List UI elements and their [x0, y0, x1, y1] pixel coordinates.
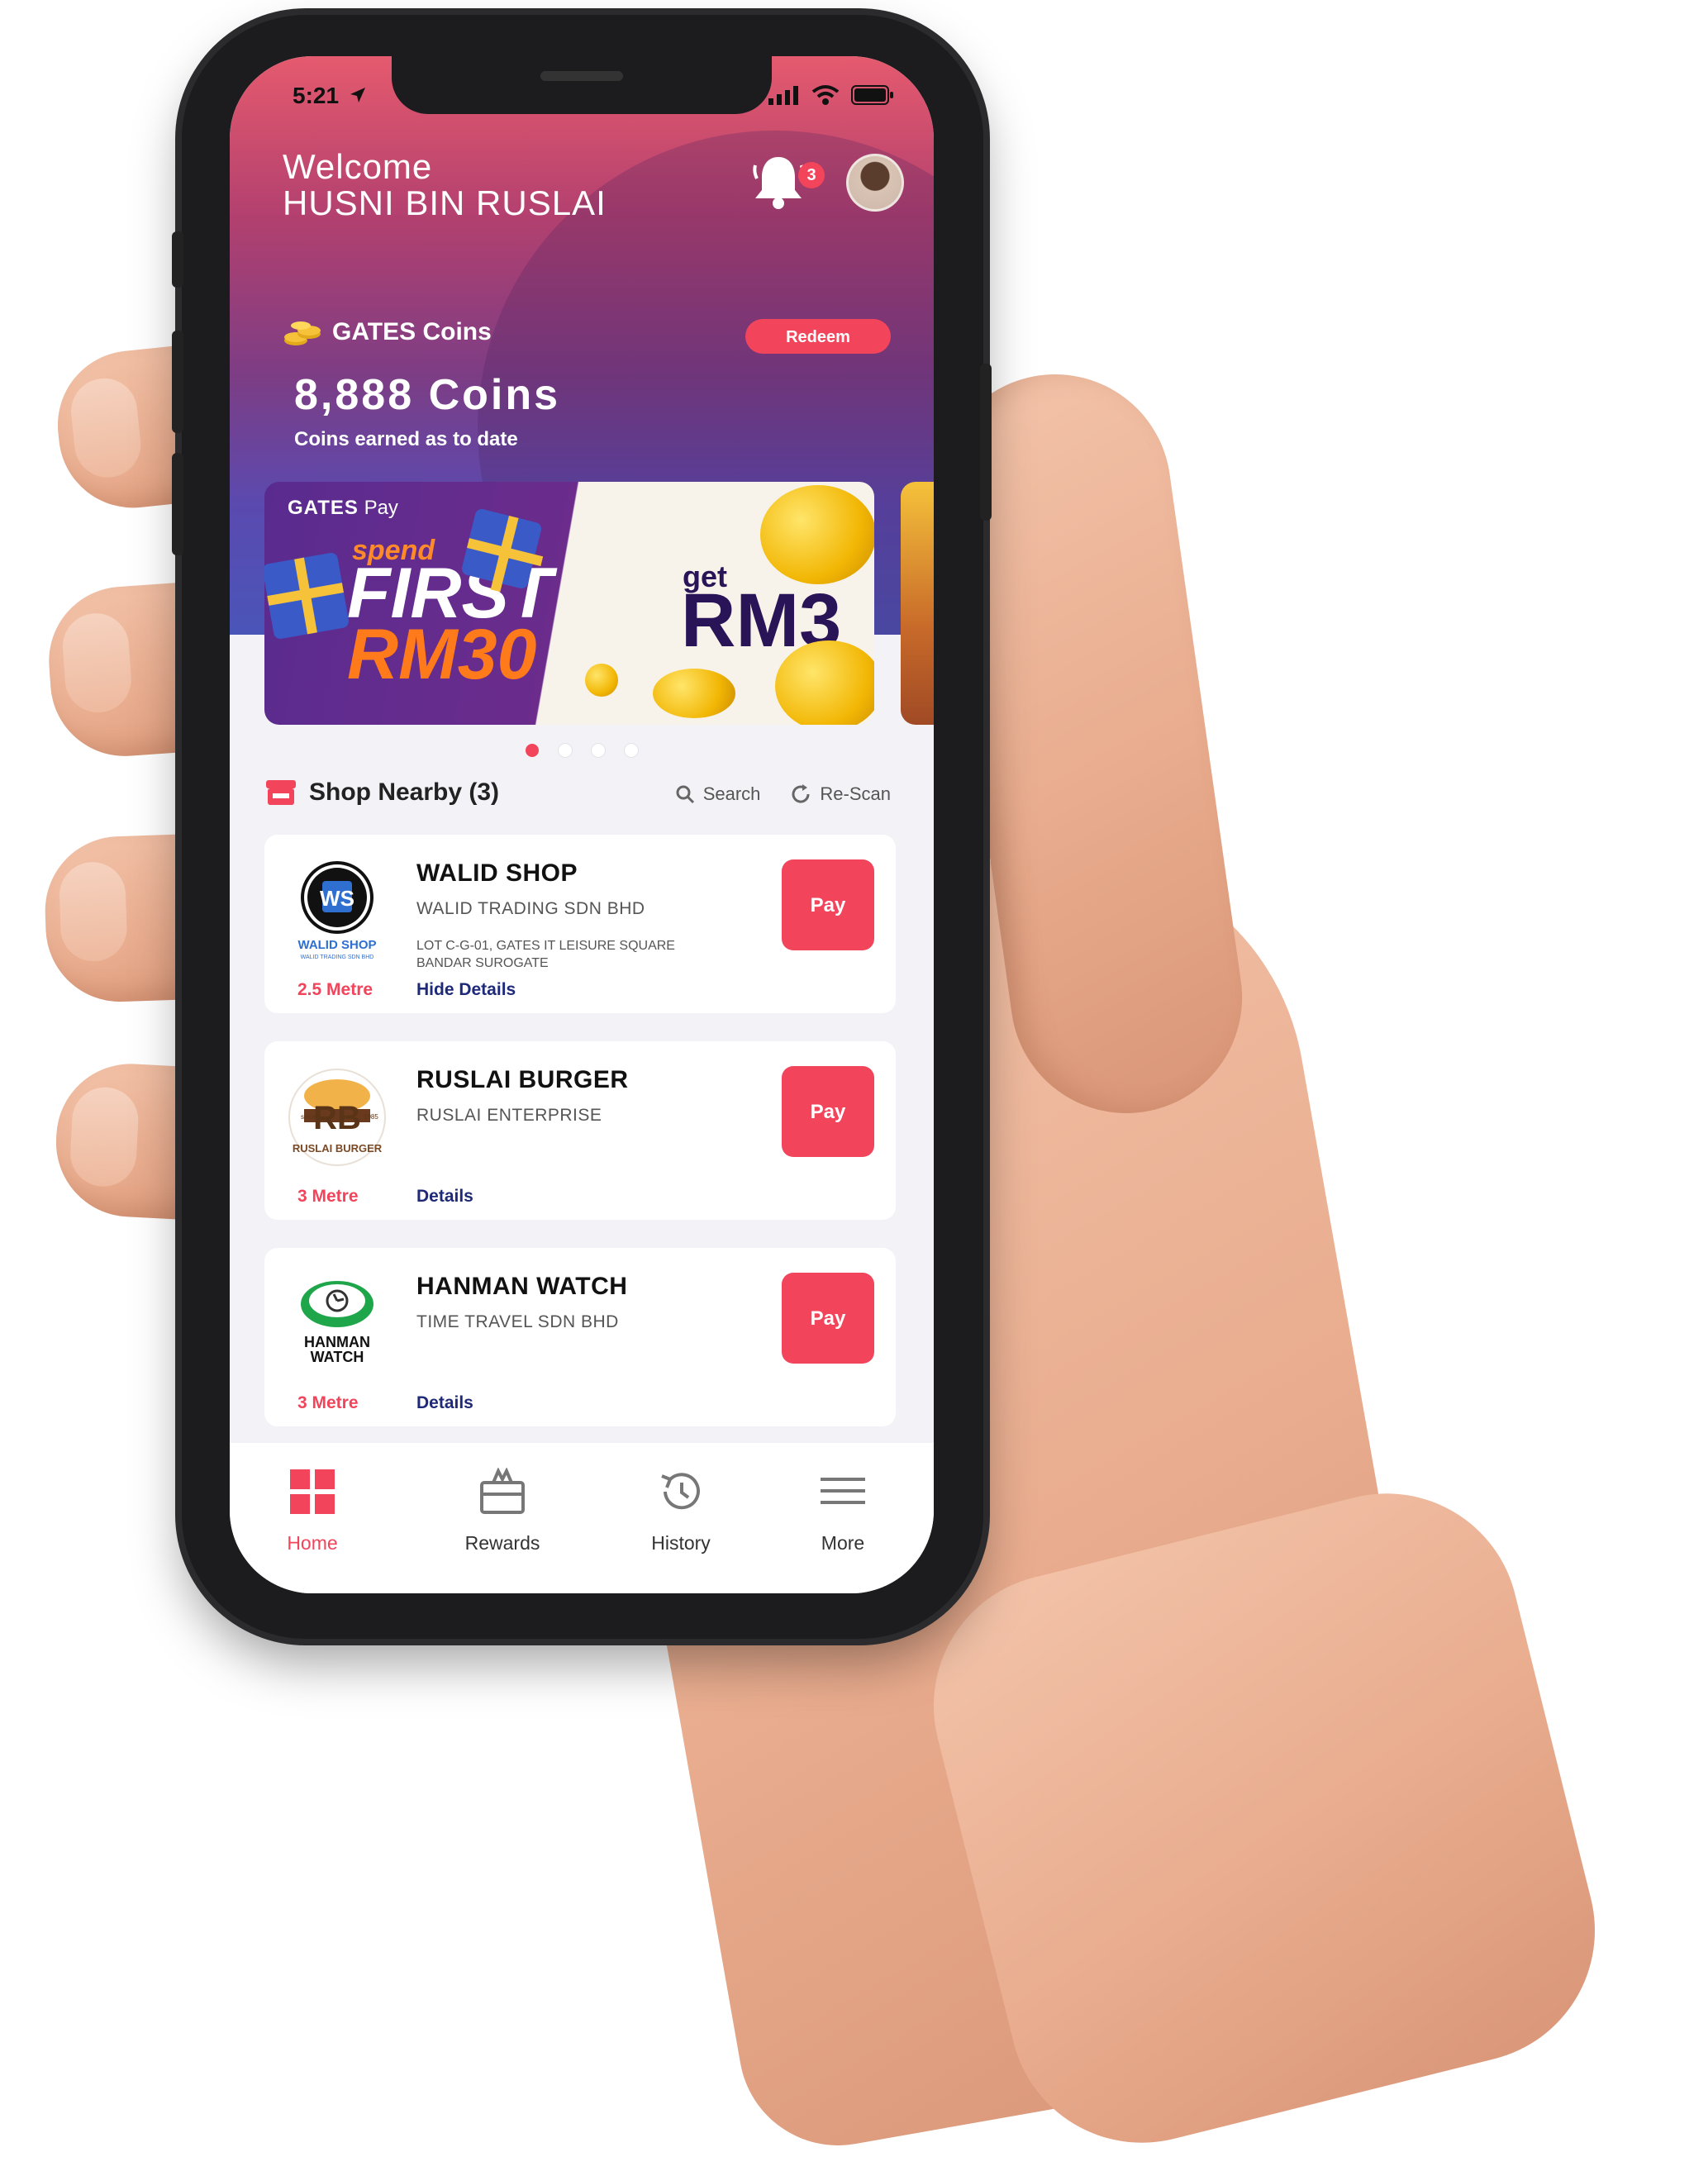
- walid-logo-caption: WALID SHOP: [297, 938, 376, 952]
- gift-box-icon: [480, 1467, 525, 1514]
- status-time: 5:21: [293, 83, 340, 108]
- shop-company: TIME TRAVEL SDN BHD: [416, 1312, 619, 1331]
- battery-icon: [851, 85, 893, 105]
- banner-brand: GATES Pay: [288, 497, 398, 520]
- promo-banner-next-peek[interactable]: [901, 482, 934, 725]
- app-screen: 5:21 Welcome HUSNI BIN RUSLAI 3 GATES Co…: [230, 56, 934, 1593]
- details-link[interactable]: Details: [416, 1393, 473, 1413]
- shop-card[interactable]: HANMAN WATCH 3 Metre HANMAN WATCH TIME T…: [264, 1248, 896, 1426]
- location-arrow-icon: [350, 88, 365, 102]
- phone-volume-down: [172, 453, 183, 555]
- coins-stack-icon: [284, 321, 321, 345]
- shop-distance: 3 Metre: [297, 1187, 359, 1206]
- carousel-dot-active[interactable]: [526, 744, 539, 757]
- redeem-button[interactable]: Redeem: [745, 319, 891, 354]
- wifi-icon: [811, 85, 840, 105]
- home-grid-icon: [290, 1469, 335, 1514]
- coins-heading: GATES Coins: [283, 317, 492, 347]
- shop-address-line1: LOT C-G-01, GATES IT LEISURE SQUARE: [416, 939, 675, 953]
- search-icon: [676, 785, 694, 804]
- ruslai-logo-monogram: RB: [313, 1100, 361, 1136]
- nav-rewards-label: Rewards: [464, 1532, 540, 1554]
- rescan-label: Re-Scan: [820, 783, 891, 804]
- carousel-dot[interactable]: [592, 744, 605, 757]
- pay-button[interactable]: Pay: [782, 1273, 874, 1364]
- banner-brand-name: GATES: [288, 497, 359, 519]
- nav-rewards[interactable]: Rewards: [436, 1467, 569, 1554]
- notification-count-badge: 3: [798, 162, 825, 188]
- rescan-action[interactable]: Re-Scan: [790, 783, 891, 805]
- shop-distance: 2.5 Metre: [297, 980, 373, 999]
- walid-shop-logo: WS WALID SHOP WALID TRADING SDN BHD: [297, 861, 377, 960]
- nav-more-label: More: [821, 1532, 865, 1554]
- ruslai-logo-caption: RUSLAI BURGER: [293, 1142, 383, 1155]
- phone-power-button: [980, 364, 992, 521]
- user-avatar[interactable]: [846, 154, 904, 212]
- pay-button[interactable]: Pay: [782, 859, 874, 950]
- shop-name: HANMAN WATCH: [416, 1273, 628, 1300]
- details-link[interactable]: Details: [416, 1187, 473, 1207]
- status-indicators: [767, 84, 894, 106]
- gift-box-decoration: [264, 551, 350, 640]
- shop-company: WALID TRADING SDN BHD: [416, 899, 645, 918]
- ruslai-logo-year: 1985: [364, 1113, 378, 1121]
- banner-amount-text: RM30: [347, 615, 537, 694]
- shop-actions: Search Re-Scan: [675, 783, 891, 805]
- walid-logo-subcaption: WALID TRADING SDN BHD: [301, 955, 374, 960]
- banner-brand-suffix: Pay: [364, 497, 398, 519]
- welcome-label: Welcome: [283, 147, 433, 186]
- coin-decoration: [775, 640, 874, 725]
- ruslai-burger-logo: RB since 1985 RUSLAI BURGER: [288, 1069, 386, 1166]
- coin-decoration: [585, 664, 618, 697]
- carousel-dot[interactable]: [625, 744, 638, 757]
- nav-home[interactable]: Home: [246, 1468, 378, 1554]
- coins-amount: 8,888 Coins: [294, 371, 561, 419]
- bottom-navigation: Home Rewards History More: [230, 1443, 934, 1593]
- coin-decoration: [760, 485, 874, 584]
- search-label: Search: [702, 783, 761, 804]
- welcome-greeting: Welcome HUSNI BIN RUSLAI: [283, 149, 607, 221]
- nav-history-label: History: [651, 1532, 711, 1554]
- nav-history[interactable]: History: [615, 1468, 747, 1554]
- carousel-dot[interactable]: [559, 744, 572, 757]
- refresh-icon: [792, 784, 810, 803]
- shop-card[interactable]: RB since 1985 RUSLAI BURGER 3 Metre RUSL…: [264, 1041, 896, 1220]
- shop-company: RUSLAI ENTERPRISE: [416, 1106, 602, 1125]
- search-action[interactable]: Search: [675, 783, 761, 805]
- hanman-watch-logo: HANMAN WATCH: [301, 1281, 373, 1365]
- notification-bell-icon[interactable]: [752, 154, 805, 212]
- promo-banner[interactable]: GATES Pay spend FIRST RM30 get RM3: [264, 482, 874, 725]
- shop-card[interactable]: WS WALID SHOP WALID TRADING SDN BHD 2.5 …: [264, 835, 896, 1013]
- shop-address: LOT C-G-01, GATES IT LEISURE SQUARE BAND…: [416, 937, 730, 972]
- shop-distance: 3 Metre: [297, 1393, 359, 1412]
- shop-nearby-header: Shop Nearby (3): [264, 778, 499, 807]
- hanman-logo-line1: HANMAN: [304, 1334, 370, 1350]
- phone-volume-up: [172, 331, 183, 433]
- coin-decoration: [653, 669, 735, 718]
- store-icon: [266, 780, 296, 805]
- user-name: HUSNI BIN RUSLAI: [283, 183, 607, 222]
- shop-nearby-title: Shop Nearby (3): [309, 778, 500, 806]
- signal-icon: [768, 86, 798, 105]
- coins-subtitle: Coins earned as to date: [294, 428, 518, 450]
- hanman-logo-line2: WATCH: [311, 1349, 364, 1365]
- ruslai-logo-since: since: [301, 1113, 316, 1121]
- carousel-dots: [230, 744, 934, 757]
- menu-icon: [821, 1478, 865, 1504]
- phone-mute-switch: [172, 231, 183, 288]
- coins-label: GATES Coins: [332, 318, 492, 345]
- pay-button[interactable]: Pay: [782, 1066, 874, 1157]
- shop-address-line2: BANDAR SUROGATE: [416, 956, 549, 970]
- nav-more[interactable]: More: [777, 1468, 909, 1554]
- shop-name: RUSLAI BURGER: [416, 1066, 629, 1093]
- shop-name: WALID SHOP: [416, 859, 578, 887]
- hide-details-link[interactable]: Hide Details: [416, 980, 516, 1000]
- history-icon: [661, 1473, 700, 1510]
- walid-logo-monogram: WS: [320, 886, 354, 911]
- nav-home-label: Home: [287, 1532, 338, 1554]
- status-bar: 5:21: [230, 56, 934, 131]
